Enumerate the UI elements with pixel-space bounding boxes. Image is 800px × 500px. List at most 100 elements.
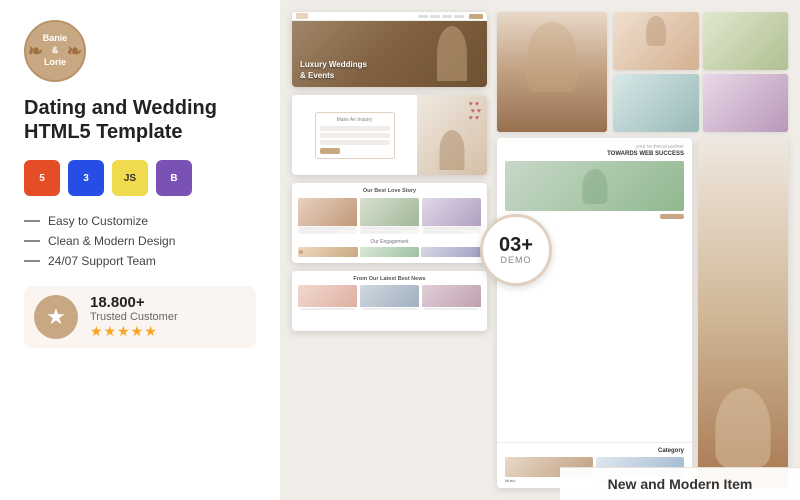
demo-number: 03+ [499,235,533,255]
couple-silhouette-tall [527,22,577,92]
silhouette-1 [646,16,666,46]
news-caption-1 [298,307,357,313]
hearts-decoration: ♥ ♥ ♥ ♥♥ ♥ [469,101,481,122]
tech-badges: 5 3 JS B [24,160,256,196]
story-content: Our Best Love Story [292,183,487,262]
news-caption-3 [422,307,481,313]
wedding-dress-silhouette [716,388,771,468]
navlink-2 [430,15,440,18]
small-photo-3-bg [613,74,699,132]
template-news-preview[interactable]: From Our Latest Best News [292,271,487,331]
story-text-3 [362,227,417,230]
page-title-line2: HTML5 Template [24,120,256,144]
trusted-info: 18.800+ Trusted Customer ★★★★★ [90,294,178,340]
navlink-4 [454,15,464,18]
small-photo-2-bg [703,12,789,70]
news-card-1 [298,285,357,313]
news-content: From Our Latest Best News [292,271,487,318]
feature-label-1: Easy to Customize [48,214,148,228]
html5-label: 5 [39,173,45,184]
news-cards [298,285,481,313]
feature-item-3: 24/07 Support Team [24,254,256,268]
eng-card-3 [421,247,481,257]
story-caption-3 [422,226,481,234]
template-inquiry-preview[interactable]: Make An Inquiry ♥ ♥ ♥ ♥♥ ♥ [292,95,487,175]
template-hero-preview[interactable]: Luxury Weddings& Events [292,12,487,87]
story-text-4 [362,231,401,233]
tall-wedding-photo [698,138,788,488]
small-photos-grid [613,12,788,132]
demo-badge: 03+ DEMO [480,214,552,286]
story-text-1 [300,227,355,230]
star-badge-icon: ★ [34,295,78,339]
inquiry-form-area: Make An Inquiry [292,95,417,175]
trusted-label: Trusted Customer [90,311,178,323]
partner-subtitle-label: TOWARDS WEB SUCCESS [505,151,684,158]
story-img-1 [298,198,357,226]
feature-dash-icon [24,260,40,262]
story-text-6 [424,231,463,233]
couple-photo-bg [497,12,607,132]
new-item-banner: New and Modern Item [560,467,800,500]
right-top-area [497,12,788,132]
new-item-text: New and Modern Item [608,476,753,492]
category-title: Category [505,448,684,454]
partner-silhouette [582,169,607,204]
news-text-1 [300,308,355,310]
small-photo-1-bg [613,12,699,70]
wedding-photo-bg [698,138,788,488]
small-photo-4 [703,74,789,132]
js-badge: JS [112,160,148,196]
feature-dash-icon [24,220,40,222]
left-preview-col: Luxury Weddings& Events Make An Inquiry [292,12,487,488]
template-story-preview[interactable]: Our Best Love Story [292,183,487,263]
template-logo [296,13,308,19]
story-card-1 [298,198,357,234]
story-text-2 [300,231,339,233]
story-caption-1 [298,226,357,234]
css3-badge: 3 [68,160,104,196]
story-img-3 [422,198,481,226]
small-photo-1 [613,12,699,70]
hero-text: Luxury Weddings& Events [300,60,367,81]
couple-silhouette [437,26,467,81]
title-section: Dating and Wedding HTML5 Template [24,96,256,146]
laurel-right-icon: ❧ [67,41,82,62]
trusted-section: ★ 18.800+ Trusted Customer ★★★★★ [24,286,256,348]
form-title: Make An Inquiry [320,117,390,123]
inquiry-layout: Make An Inquiry ♥ ♥ ♥ ♥♥ ♥ [292,95,487,175]
feature-label-3: 24/07 Support Team [48,254,156,268]
demo-label: DEMO [501,255,532,265]
couple-figure [440,130,465,170]
html5-badge: 5 [24,160,60,196]
partner-image [505,161,684,211]
news-img-3 [422,285,481,307]
story-img-2 [360,198,419,226]
star-icon: ★ [46,304,66,330]
logo-area: ❧ Banie&Lorie ❧ [24,20,256,82]
news-img-1 [298,285,357,307]
tall-couple-photo [497,12,607,132]
js-label: JS [124,173,136,184]
eng-card-1 [298,247,358,257]
news-img-2 [360,285,419,307]
story-caption-2 [360,226,419,234]
partner-preview[interactable]: your technical partner TOWARDS WEB SUCCE… [497,138,692,488]
news-title: From Our Latest Best News [298,276,481,282]
laurel-left-icon: ❧ [28,41,43,62]
story-text-5 [424,227,479,230]
inquiry-form-box: Make An Inquiry [315,112,395,159]
form-submit-btn [320,148,340,154]
css3-label: 3 [83,173,89,184]
story-card-2 [360,198,419,234]
feature-label-2: Clean & Modern Design [48,234,175,248]
story-cards [298,198,481,234]
right-bottom-area: your technical partner TOWARDS WEB SUCCE… [497,138,788,488]
features-list: Easy to Customize Clean & Modern Design … [24,214,256,268]
form-field-2 [320,133,390,138]
story-card-3 [422,198,481,234]
news-caption-2 [360,307,419,313]
feature-item-1: Easy to Customize [24,214,256,228]
partner-content: your technical partner TOWARDS WEB SUCCE… [497,138,692,443]
partner-title-label: your technical partner [505,144,684,150]
